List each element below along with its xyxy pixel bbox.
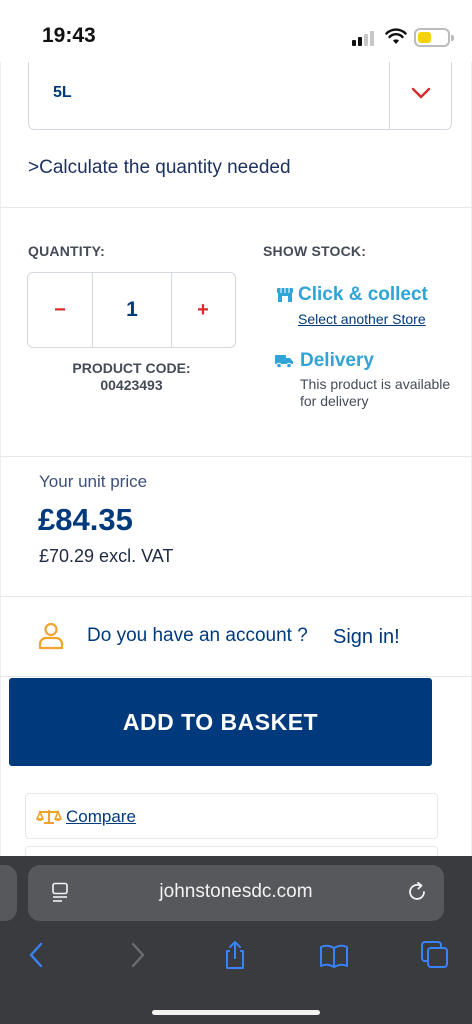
product-code-value: 00423493 bbox=[100, 377, 163, 393]
account-question: Do you have an account ? bbox=[87, 625, 308, 646]
battery-icon bbox=[414, 28, 454, 47]
wifi-icon bbox=[385, 28, 407, 44]
sign-in-link[interactable]: Sign in! bbox=[333, 626, 400, 649]
back-icon[interactable] bbox=[22, 940, 52, 970]
size-select[interactable]: 5L bbox=[28, 62, 452, 130]
home-indicator[interactable] bbox=[152, 1010, 320, 1015]
delivery-title: Delivery bbox=[300, 350, 374, 371]
tabs-icon[interactable] bbox=[420, 940, 450, 970]
size-select-value: 5L bbox=[53, 84, 72, 101]
calc-prefix: > bbox=[28, 157, 40, 178]
divider bbox=[389, 62, 390, 130]
price-excl-vat: £70.29 excl. VAT bbox=[39, 546, 174, 566]
calc-link-label: Calculate the quantity needed bbox=[39, 157, 291, 178]
divider bbox=[0, 207, 472, 208]
compare-card[interactable]: Compare bbox=[25, 793, 438, 839]
reload-icon[interactable] bbox=[406, 881, 428, 903]
show-stock-label: SHOW STOCK: bbox=[263, 243, 367, 259]
quantity-input[interactable]: 1 bbox=[92, 273, 172, 347]
quantity-label: QUANTITY: bbox=[28, 243, 105, 259]
scale-icon bbox=[36, 809, 62, 824]
select-store-link[interactable]: Select another Store bbox=[298, 311, 426, 327]
delivery-availability-text: This product is available for delivery bbox=[300, 376, 451, 409]
chevron-down-icon[interactable] bbox=[411, 86, 431, 100]
signal-icon bbox=[352, 30, 378, 46]
previous-tab-pill[interactable] bbox=[0, 865, 17, 921]
share-icon[interactable] bbox=[220, 940, 250, 970]
browser-toolbar: johnstonesdc.com bbox=[0, 856, 472, 1024]
unit-price-label: Your unit price bbox=[39, 472, 148, 491]
address-bar[interactable]: johnstonesdc.com bbox=[28, 865, 444, 921]
product-page[interactable]: 5L >Calculate the quantity needed QUANTI… bbox=[0, 62, 472, 856]
forward-icon[interactable] bbox=[122, 940, 152, 970]
divider bbox=[0, 456, 472, 457]
bookmarks-icon[interactable] bbox=[319, 940, 349, 970]
click-collect-title[interactable]: Click & collect bbox=[298, 284, 428, 306]
browser-nav-row bbox=[0, 936, 472, 976]
divider bbox=[0, 676, 472, 677]
next-card bbox=[25, 846, 438, 856]
quantity-stepper[interactable]: − 1 + bbox=[27, 272, 236, 348]
status-bar: 19:43 bbox=[0, 0, 472, 62]
store-icon bbox=[277, 288, 293, 302]
calculate-quantity-link[interactable]: >Calculate the quantity needed bbox=[28, 157, 291, 179]
user-icon bbox=[38, 622, 64, 650]
divider bbox=[0, 596, 472, 597]
url-text[interactable]: johnstonesdc.com bbox=[28, 881, 444, 903]
increase-quantity-button[interactable]: + bbox=[171, 273, 235, 347]
add-to-basket-button[interactable]: ADD TO BASKET bbox=[9, 678, 432, 766]
decrease-quantity-button[interactable]: − bbox=[28, 273, 92, 347]
unit-price: £84.35 bbox=[38, 502, 133, 537]
status-time: 19:43 bbox=[42, 24, 96, 47]
truck-icon bbox=[275, 355, 293, 369]
product-code-label: PRODUCT CODE: bbox=[72, 360, 191, 376]
compare-link[interactable]: Compare bbox=[66, 807, 136, 827]
